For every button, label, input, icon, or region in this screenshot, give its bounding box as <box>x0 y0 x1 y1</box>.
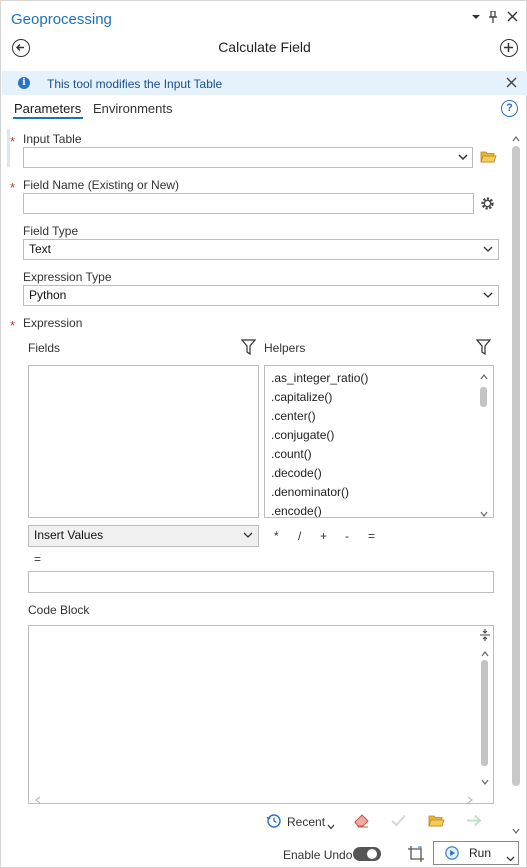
enable-undo-label: Enable Undo <box>283 848 353 862</box>
gear-icon[interactable] <box>479 195 496 215</box>
chevron-down-icon <box>483 241 493 260</box>
add-button[interactable] <box>500 39 518 57</box>
run-label: Run <box>469 846 492 860</box>
recent-button[interactable]: Recent <box>287 815 325 829</box>
input-table-field[interactable] <box>23 147 473 168</box>
expression-assign-label: = <box>34 552 42 566</box>
close-icon[interactable] <box>505 11 519 25</box>
tab-parameters[interactable]: Parameters <box>14 101 81 116</box>
info-text: This tool modifies the Input Table <box>47 77 223 91</box>
scroll-down-icon[interactable] <box>480 506 488 517</box>
expression-label: Expression <box>23 316 83 330</box>
tool-title: Calculate Field <box>218 39 311 55</box>
check-icon <box>391 814 406 830</box>
operator-divide-button[interactable]: / <box>298 529 301 543</box>
expression-type-select[interactable]: Python <box>23 285 499 306</box>
list-item[interactable]: .decode() <box>271 466 322 480</box>
helpers-filter-icon[interactable] <box>475 339 492 358</box>
geoprocessing-pane: Geoprocessing Calculate Field i This too… <box>0 0 527 868</box>
field-name-field[interactable] <box>23 193 474 214</box>
helpers-label: Helpers <box>264 341 306 355</box>
list-item[interactable]: .as_integer_ratio() <box>271 371 368 385</box>
insert-values-select[interactable]: Insert Values <box>28 525 259 547</box>
operator-equals-button[interactable]: = <box>368 529 375 543</box>
field-type-select[interactable]: Text <box>23 239 499 260</box>
operator-subtract-button[interactable]: - <box>345 529 349 543</box>
eraser-icon[interactable] <box>353 813 370 831</box>
arrow-right-icon <box>466 814 482 830</box>
input-table-label: Input Table <box>23 132 82 146</box>
toggle-knob <box>367 849 377 859</box>
tab-active-indicator <box>13 117 83 119</box>
required-marker: * <box>10 134 16 149</box>
field-type-value: Text <box>29 242 52 256</box>
tab-environments[interactable]: Environments <box>93 101 172 116</box>
chevron-down-icon <box>483 287 493 306</box>
chevron-down-icon <box>243 527 253 546</box>
list-item[interactable]: .capitalize() <box>271 390 332 404</box>
list-item[interactable]: .encode() <box>271 504 322 517</box>
expression-type-label: Expression Type <box>23 270 112 284</box>
crop-extent-icon[interactable] <box>407 845 425 866</box>
info-close-icon[interactable] <box>506 77 517 91</box>
scroll-right-icon[interactable] <box>467 793 473 807</box>
pin-icon[interactable] <box>486 10 500 25</box>
scroll-down-icon[interactable] <box>512 823 520 837</box>
expression-input[interactable] <box>28 571 494 593</box>
scroll-down-icon[interactable] <box>481 774 489 788</box>
scroll-up-icon[interactable] <box>481 646 489 660</box>
insert-values-label: Insert Values <box>34 528 104 542</box>
run-button[interactable]: Run <box>433 841 519 865</box>
help-icon[interactable]: ? <box>501 100 518 117</box>
scroll-up-icon[interactable] <box>480 369 488 383</box>
list-item[interactable]: .count() <box>271 447 312 461</box>
scroll-up-icon[interactable] <box>512 131 520 145</box>
operator-multiply-button[interactable]: * <box>274 529 279 543</box>
folder-open-icon[interactable] <box>480 150 497 166</box>
chevron-down-icon[interactable] <box>327 819 335 833</box>
chevron-down-icon[interactable] <box>506 851 515 865</box>
pane-scroll-thumb[interactable] <box>512 146 520 786</box>
chevron-down-icon[interactable] <box>469 11 483 25</box>
list-item[interactable]: .center() <box>271 409 316 423</box>
fields-label: Fields <box>28 341 61 355</box>
list-item[interactable]: .conjugate() <box>271 428 334 442</box>
history-icon[interactable] <box>266 813 282 832</box>
code-scroll-thumb[interactable] <box>481 660 488 766</box>
expression-type-value: Python <box>29 288 67 302</box>
chevron-down-icon[interactable] <box>458 149 468 168</box>
list-item[interactable]: .denominator() <box>271 485 349 499</box>
required-marker: * <box>10 180 16 195</box>
scroll-left-icon[interactable] <box>35 793 41 807</box>
code-block-editor[interactable] <box>28 625 494 804</box>
fields-list[interactable] <box>28 365 259 518</box>
info-icon: i <box>18 77 30 89</box>
split-editor-icon[interactable] <box>479 628 491 645</box>
code-block-label: Code Block <box>28 603 90 617</box>
required-marker: * <box>10 318 16 333</box>
fields-filter-icon[interactable] <box>240 339 257 358</box>
operator-add-button[interactable]: + <box>320 529 327 543</box>
field-type-label: Field Type <box>23 224 79 238</box>
field-name-label: Field Name (Existing or New) <box>23 178 180 192</box>
helpers-scroll-thumb[interactable] <box>480 387 487 407</box>
pane-title: Geoprocessing <box>11 11 112 28</box>
folder-open-icon[interactable] <box>428 814 445 830</box>
play-icon <box>445 846 459 863</box>
helpers-list[interactable]: .as_integer_ratio() .capitalize() .cente… <box>264 365 494 518</box>
